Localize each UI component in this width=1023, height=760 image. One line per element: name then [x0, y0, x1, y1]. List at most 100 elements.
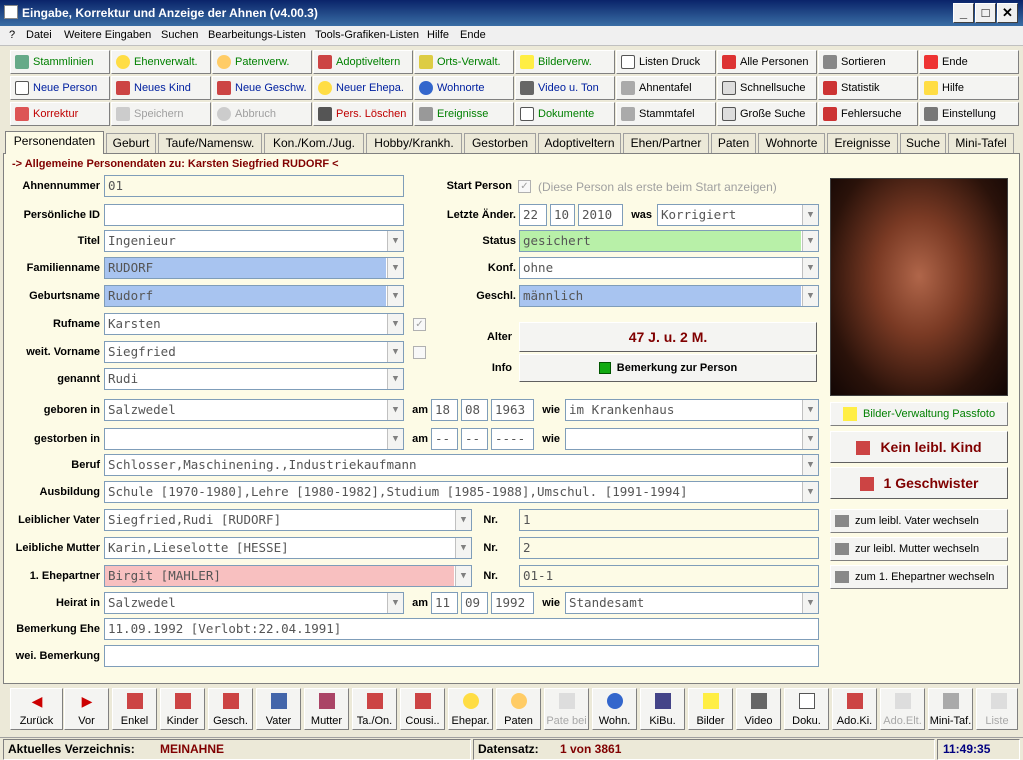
stammlinien-button[interactable]: Stammlinien: [10, 50, 110, 74]
chevron-down-icon[interactable]: ▼: [802, 593, 818, 613]
geb-wie-field[interactable]: im Krankenhaus ▼: [565, 399, 819, 421]
pate-bei-button[interactable]: Pate bei: [544, 688, 589, 730]
grosse-suche-button[interactable]: Große Suche: [717, 102, 817, 126]
ehepartner-nr-field[interactable]: 01-1: [519, 565, 819, 587]
weitvorname-field[interactable]: Siegfried ▼: [104, 341, 404, 363]
chevron-down-icon[interactable]: ▼: [387, 342, 403, 362]
ereignisse-button[interactable]: Ereignisse: [414, 102, 514, 126]
vater-button[interactable]: Vater: [256, 688, 301, 730]
tab-hobby[interactable]: Hobby/Krankh.: [366, 133, 462, 153]
ausbildung-field[interactable]: Schule [1970-1980],Lehre [1980-1982],Stu…: [104, 481, 819, 503]
aend-tag-field[interactable]: 22: [519, 204, 547, 226]
geburtsname-field[interactable]: Rudorf ▼: [104, 285, 404, 307]
mutter-wechseln-button[interactable]: zur leibl. Mutter wechseln: [830, 537, 1008, 561]
chevron-down-icon[interactable]: ▼: [387, 258, 403, 278]
was-field[interactable]: Korrigiert ▼: [657, 204, 819, 226]
geb-mon-field[interactable]: 08: [461, 399, 488, 421]
mutter-button[interactable]: Mutter: [304, 688, 349, 730]
fehlersuche-button[interactable]: Fehlersuche: [818, 102, 918, 126]
adoptiveltern-nav-button[interactable]: Ado.Elt.: [880, 688, 925, 730]
vater-field[interactable]: Siegfried,Rudi [RUDORF] ▼: [104, 509, 472, 531]
mutter-field[interactable]: Karin,Lieselotte [HESSE] ▼: [104, 537, 472, 559]
neues-kind-button[interactable]: Neues Kind: [111, 76, 211, 100]
menu-bearbeitung[interactable]: Bearbeitungs-Listen: [208, 29, 306, 41]
heirat-jahr-field[interactable]: 1992: [491, 592, 534, 614]
chevron-down-icon[interactable]: ▼: [387, 231, 403, 251]
pers-loeschen-button[interactable]: Pers. Löschen: [313, 102, 413, 126]
video-nav-button[interactable]: Video: [736, 688, 781, 730]
menu-help-q[interactable]: ?: [9, 29, 15, 41]
wohnorte-nav-button[interactable]: Wohn.: [592, 688, 637, 730]
einstellung-button[interactable]: Einstellung: [919, 102, 1019, 126]
adoptiveltern-button[interactable]: Adoptiveltern: [313, 50, 413, 74]
familienname-field[interactable]: RUDORF ▼: [104, 257, 404, 279]
rufname-field[interactable]: Karsten ▼: [104, 313, 404, 335]
partner-wechseln-button[interactable]: zum 1. Ehepartner wechseln: [830, 565, 1008, 589]
patenverw-button[interactable]: Patenverw.: [212, 50, 312, 74]
close-button[interactable]: ✕: [997, 3, 1018, 23]
menu-weitere[interactable]: Weitere Eingaben: [64, 29, 151, 41]
tab-wohnorte[interactable]: Wohnorte: [758, 133, 825, 153]
alle-personen-button[interactable]: Alle Personen: [717, 50, 817, 74]
menu-suchen[interactable]: Suchen: [161, 29, 198, 41]
chevron-down-icon[interactable]: ▼: [455, 510, 471, 530]
neuer-ehepa-button[interactable]: Neuer Ehepa.: [313, 76, 413, 100]
geb-tag-field[interactable]: 18: [431, 399, 458, 421]
menu-datei[interactable]: Datei: [26, 29, 52, 41]
chevron-down-icon[interactable]: ▼: [387, 593, 403, 613]
chevron-down-icon[interactable]: ▼: [802, 205, 818, 225]
chevron-down-icon[interactable]: ▼: [387, 429, 403, 449]
chevron-down-icon[interactable]: ▼: [802, 400, 818, 420]
tab-ehen-partner[interactable]: Ehen/Partner: [623, 133, 709, 153]
gest-mon-field[interactable]: --: [461, 428, 488, 450]
tab-suche[interactable]: Suche: [900, 133, 946, 153]
startperson-checkbox[interactable]: ✓: [518, 180, 531, 193]
maximize-button[interactable]: □: [975, 3, 996, 23]
mini-tafel-button[interactable]: Mini-Taf.: [928, 688, 973, 730]
minimize-button[interactable]: _: [953, 3, 974, 23]
geschwister-button[interactable]: 1 Geschwister: [830, 467, 1008, 499]
geb-jahr-field[interactable]: 1963: [491, 399, 534, 421]
chevron-down-icon[interactable]: ▼: [387, 314, 403, 334]
hilfe-button[interactable]: Hilfe: [919, 76, 1019, 100]
aend-mon-field[interactable]: 10: [550, 204, 575, 226]
menu-ende[interactable]: Ende: [460, 29, 486, 41]
ende-button[interactable]: Ende: [919, 50, 1019, 74]
statistik-button[interactable]: Statistik: [818, 76, 918, 100]
enkel-button[interactable]: Enkel: [112, 688, 157, 730]
status-field[interactable]: gesichert ▼: [519, 230, 819, 252]
rufname-checkbox[interactable]: ✓: [413, 318, 426, 331]
speichern-button[interactable]: Speichern: [111, 102, 211, 126]
korrektur-button[interactable]: Korrektur: [10, 102, 110, 126]
chevron-down-icon[interactable]: ▼: [802, 429, 818, 449]
ehepartner-field[interactable]: Birgit [MAHLER] ▼: [104, 565, 472, 587]
bilderverw-button[interactable]: Bilderverw.: [515, 50, 615, 74]
ahnennummer-field[interactable]: 01: [104, 175, 404, 197]
chevron-down-icon[interactable]: ▼: [455, 566, 471, 586]
chevron-down-icon[interactable]: ▼: [387, 286, 403, 306]
konf-field[interactable]: ohne ▼: [519, 257, 819, 279]
wohnorte-button[interactable]: Wohnorte: [414, 76, 514, 100]
chevron-down-icon[interactable]: ▼: [802, 258, 818, 278]
gest-wie-field[interactable]: ▼: [565, 428, 819, 450]
liste-button[interactable]: Liste: [976, 688, 1018, 730]
weitvorname-checkbox[interactable]: [413, 346, 426, 359]
heirat-ort-field[interactable]: Salzwedel ▼: [104, 592, 404, 614]
bemerkung-ehe-field[interactable]: 11.09.1992 [Verlobt:22.04.1991]: [104, 618, 819, 640]
video-ton-button[interactable]: Video u. Ton: [515, 76, 615, 100]
kein-kind-button[interactable]: Kein leibl. Kind: [830, 431, 1008, 463]
chevron-down-icon[interactable]: ▼: [387, 369, 403, 389]
listen-druck-button[interactable]: Listen Druck: [616, 50, 716, 74]
tab-personendaten[interactable]: Personendaten: [5, 131, 104, 154]
bilder-verwaltung-button[interactable]: Bilder-Verwaltung Passfoto: [830, 402, 1008, 426]
gestorben-ort-field[interactable]: ▼: [104, 428, 404, 450]
heirat-tag-field[interactable]: 11: [431, 592, 458, 614]
tab-adoptiveltern[interactable]: Adoptiveltern: [538, 133, 621, 153]
bilder-nav-button[interactable]: Bilder: [688, 688, 733, 730]
stammtafel-button[interactable]: Stammtafel: [616, 102, 716, 126]
chevron-down-icon[interactable]: ▼: [455, 538, 471, 558]
chevron-down-icon[interactable]: ▼: [802, 482, 818, 502]
kinder-button[interactable]: Kinder: [160, 688, 205, 730]
genannt-field[interactable]: Rudi ▼: [104, 368, 404, 390]
gest-jahr-field[interactable]: ----: [491, 428, 534, 450]
